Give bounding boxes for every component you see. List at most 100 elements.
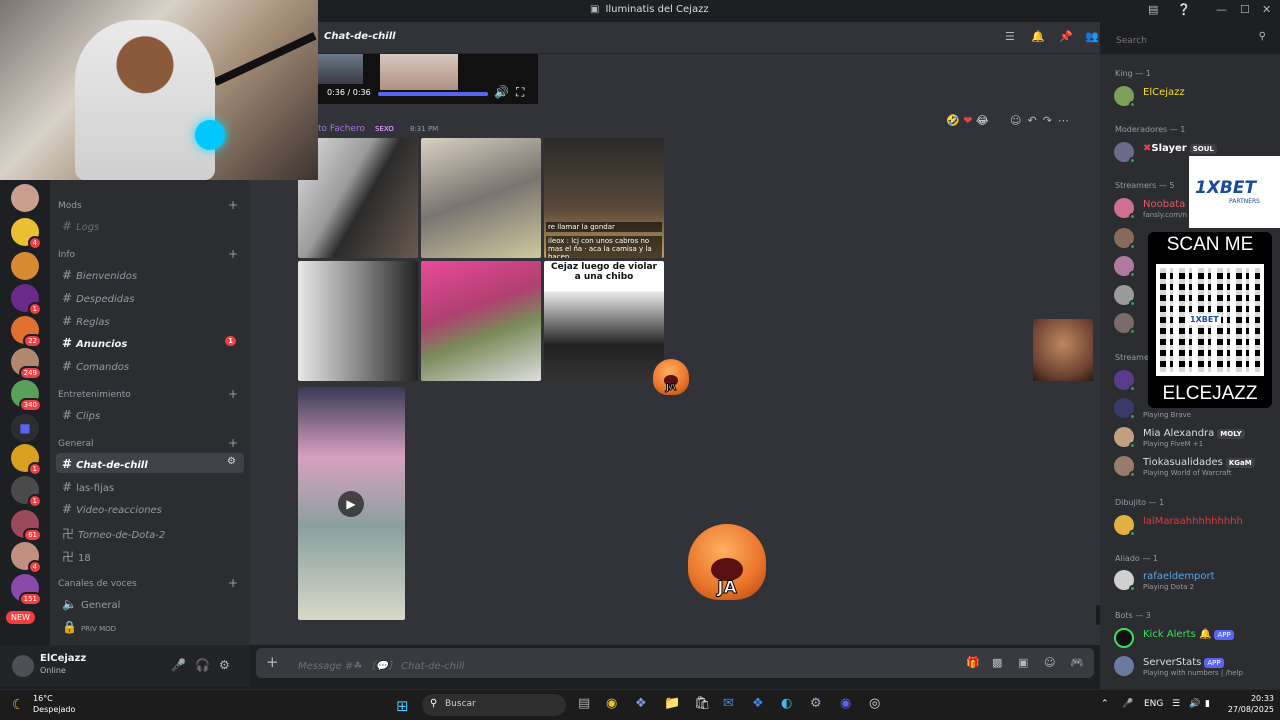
more-icon[interactable]: ⋯ [1058, 114, 1075, 127]
play-icon[interactable]: ▶ [338, 491, 364, 517]
member-item[interactable]: rafaeldemport Playing Dota 2 [1114, 568, 1274, 594]
channel-18[interactable]: 卍 18 [56, 544, 244, 564]
voice-channel-general[interactable]: 🔈 General [56, 593, 244, 613]
member-item[interactable]: ElCejazz [1114, 84, 1274, 110]
volume-icon[interactable]: 🔊 [1189, 699, 1200, 709]
clock-date[interactable]: 27/08/2025 [1218, 705, 1274, 714]
voice-channel-priv-mod[interactable]: 🔒 PRIV MOD [56, 616, 244, 636]
folder-icon[interactable]: ■ [11, 414, 39, 442]
battery-icon[interactable]: ▮ [1205, 699, 1210, 709]
member-item[interactable]: ServerStats APP Playing with numbers | /h… [1114, 654, 1274, 680]
server-icon[interactable]: 22 [11, 316, 42, 348]
add-channel-icon[interactable]: + [228, 387, 238, 401]
image-attachment[interactable] [421, 261, 541, 381]
channel-settings-icon[interactable]: ⚙ [227, 456, 236, 467]
attach-plus-icon[interactable]: + [266, 653, 279, 671]
reply-icon[interactable]: ↶ [1027, 114, 1042, 127]
add-channel-icon[interactable]: + [228, 436, 238, 450]
volume-icon[interactable]: 🔊 [494, 85, 509, 99]
taskbar-search[interactable]: ⚲ Buscar [422, 694, 566, 716]
apps-icon[interactable]: 🎮 [1070, 656, 1084, 669]
channel-clips[interactable]: # Clips [56, 404, 244, 424]
help-icon[interactable]: ❔ [1177, 3, 1191, 16]
image-attachment[interactable]: Cejaz luego de violar a una chibo [544, 261, 664, 381]
chrome-icon[interactable]: ◉ [606, 696, 617, 711]
gear-icon[interactable]: ⚙ [219, 658, 230, 672]
add-channel-icon[interactable]: + [228, 576, 238, 590]
add-reaction-icon[interactable]: ☺ [1010, 114, 1027, 127]
video-progress-bar[interactable] [378, 92, 488, 96]
message-composer[interactable]: + Message #☘ 〔💬〕 Chat-de-chill 🎁 ▩ ▣ ☺ 🎮 [256, 648, 1094, 678]
moon-icon[interactable]: ☾ [12, 697, 25, 713]
message-actions[interactable]: ☺↶↷⋯ [1010, 114, 1075, 127]
search-box[interactable]: ⚲ [1110, 28, 1272, 51]
channel-reglas[interactable]: # Reglas [56, 310, 244, 330]
minimize-button[interactable]: — [1216, 3, 1227, 16]
search-input[interactable] [1110, 31, 1240, 51]
server-icon[interactable]: 151 [11, 574, 42, 606]
windows-start-icon[interactable]: ⊞ [396, 697, 409, 715]
channel-despedidas[interactable]: # Despedidas [56, 287, 244, 307]
store-icon[interactable]: 🛍 [694, 696, 711, 711]
channel-chat-de-chill[interactable]: # Chat-de-chill ⚙ [56, 453, 244, 473]
heart-icon[interactable]: ❤ [963, 114, 972, 127]
image-attachment[interactable] [298, 261, 418, 381]
image-attachment[interactable] [421, 138, 541, 258]
microphone-icon[interactable]: 🎤 [1122, 699, 1133, 709]
server-icon[interactable]: 1 [11, 284, 42, 316]
microphone-icon[interactable]: 🎤 [171, 658, 186, 672]
server-icon[interactable]: 1 [11, 476, 42, 508]
sticker-icon[interactable]: ▣ [1018, 656, 1028, 669]
add-channel-icon[interactable]: + [228, 247, 238, 261]
threads-icon[interactable]: ☰ [1005, 30, 1015, 43]
server-icon[interactable]: 4 [11, 218, 42, 250]
pin-icon[interactable]: 📌 [1059, 30, 1073, 43]
channel-las-fijas[interactable]: # las-fijas [56, 476, 244, 496]
gif-icon[interactable]: ▩ [992, 656, 1002, 669]
member-item[interactable]: Mia Alexandra MOLY Playing FiveM +1 [1114, 425, 1274, 451]
message-author[interactable]: to Fachero [318, 124, 365, 134]
channel-logs[interactable]: # Logs [56, 215, 244, 235]
member-item[interactable]: Tiokasualidades KGaM Playing World of War… [1114, 454, 1274, 480]
server-icon[interactable]: 249 [11, 348, 42, 380]
dropbox-icon[interactable]: ❖ [752, 696, 764, 711]
image-attachment[interactable]: re llamar la gondar ileox : lcj con unos… [544, 138, 664, 258]
member-list-icon[interactable]: 👥 [1085, 30, 1099, 43]
file-explorer-icon[interactable]: 📁 [664, 696, 680, 711]
video-attachment[interactable]: ▶ [298, 387, 405, 620]
chevron-up-icon[interactable]: ⌃ [1101, 699, 1109, 709]
member-item[interactable]: Kick Alerts 🔔 APP [1114, 626, 1274, 652]
copilot-icon[interactable]: ❖ [635, 696, 647, 711]
category-general[interactable]: General [58, 439, 93, 449]
server-icon[interactable]: 61 [11, 510, 42, 542]
maximize-button[interactable]: ☐ [1240, 3, 1250, 16]
close-button[interactable]: ✕ [1262, 3, 1271, 16]
category-voice[interactable]: Canales de voces [58, 579, 137, 589]
server-icon[interactable]: 4 [11, 542, 42, 574]
server-icon[interactable] [11, 184, 39, 212]
channel-bienvenidos[interactable]: # Bienvenidos [56, 264, 244, 284]
message-input[interactable]: Message #☘ 〔💬〕 Chat-de-chill [298, 657, 464, 672]
gift-icon[interactable]: 🎁 [966, 656, 980, 669]
server-icon[interactable] [11, 252, 39, 280]
obs-icon[interactable]: ◎ [869, 696, 880, 711]
category-entretenimiento[interactable]: Entretenimiento [58, 390, 131, 400]
clock-time[interactable]: 20:33 [1228, 694, 1274, 703]
add-channel-icon[interactable]: + [228, 198, 238, 212]
server-icon[interactable]: 1 [11, 444, 42, 476]
task-view-icon[interactable]: ▤ [578, 696, 590, 711]
emoji-icon[interactable]: ☺ [1044, 656, 1055, 669]
avatar[interactable] [12, 655, 34, 677]
channel-video-reacciones[interactable]: # Video-reacciones [56, 498, 244, 518]
edge-icon[interactable]: ◐ [781, 696, 792, 711]
member-item[interactable]: lalMaraahhhhhhhhh [1114, 513, 1274, 539]
channel-comandos[interactable]: # Comandos [56, 355, 244, 375]
channel-torneo[interactable]: 卍 Torneo-de-Dota-2 [56, 521, 244, 541]
new-badge[interactable]: NEW [6, 611, 35, 624]
outlook-icon[interactable]: ✉ [723, 696, 734, 711]
language-indicator[interactable]: ENG [1144, 699, 1163, 709]
discord-icon[interactable]: ◉ [840, 696, 851, 711]
server-icon[interactable]: 340 [11, 380, 42, 412]
category-mods[interactable]: Mods [58, 201, 82, 211]
wifi-icon[interactable]: ☰ [1172, 699, 1180, 709]
